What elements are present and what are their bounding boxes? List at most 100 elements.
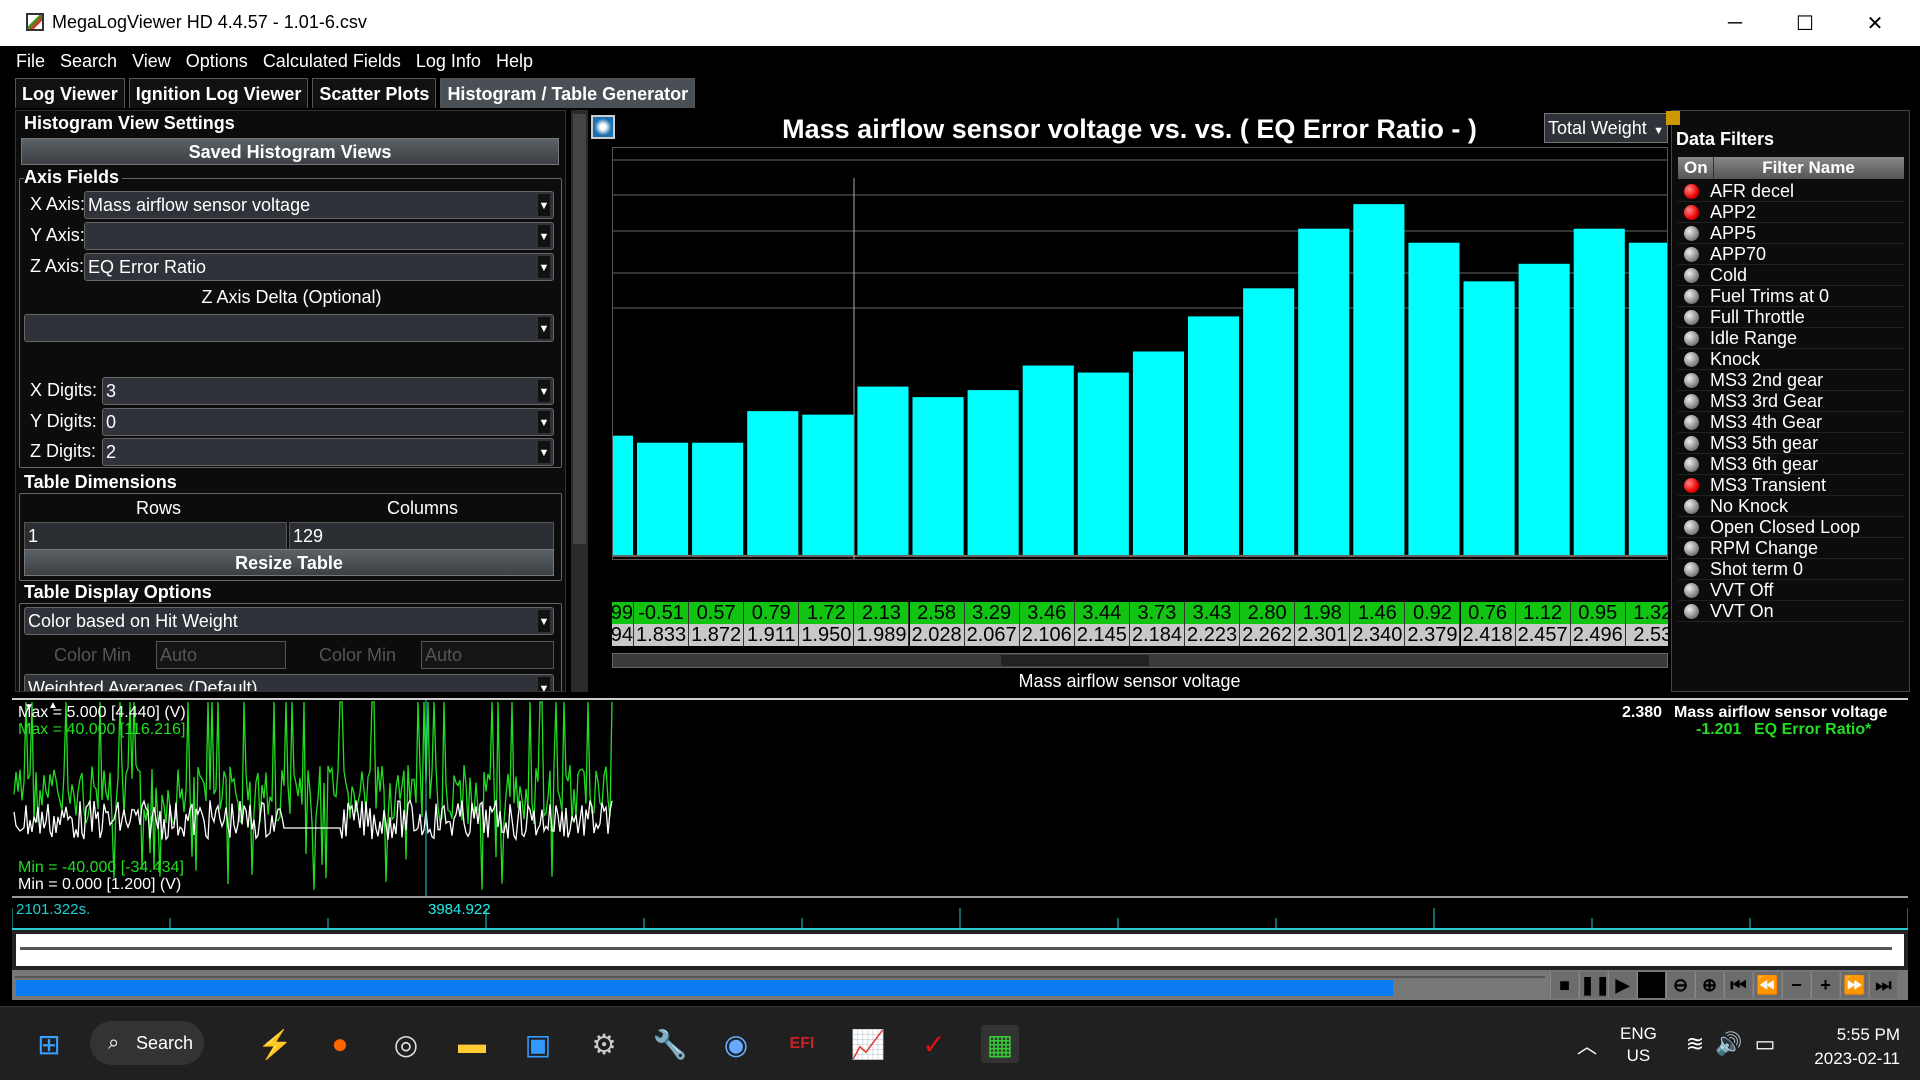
slider-track[interactable] xyxy=(20,947,1892,950)
stop-button[interactable]: ■ xyxy=(1550,972,1578,998)
z-value-cell[interactable]: 2.58 xyxy=(909,602,965,624)
z-digits-select[interactable]: 2 ▼ xyxy=(102,438,554,466)
language-indicator[interactable]: ENG US xyxy=(1620,1023,1657,1067)
maximize-button[interactable]: ☐ xyxy=(1770,0,1840,46)
zoom-in-icon[interactable]: ⊕ xyxy=(1695,972,1723,998)
x-bin-cell[interactable]: 1.989 xyxy=(854,624,910,646)
filter-item[interactable]: No Knock xyxy=(1678,496,1904,517)
x-bin-cell[interactable]: 1.833 xyxy=(634,624,690,646)
gauge-app-icon[interactable]: ◎ xyxy=(387,1025,425,1063)
filter-item[interactable]: MS3 5th gear xyxy=(1678,433,1904,454)
filter-toggle-icon[interactable] xyxy=(1684,415,1699,430)
filter-item[interactable]: MS3 Transient xyxy=(1678,475,1904,496)
menu-view[interactable]: View xyxy=(132,51,171,72)
filter-toggle-icon[interactable] xyxy=(1684,226,1699,241)
filter-toggle-icon[interactable] xyxy=(1684,247,1699,262)
x-bin-cell[interactable]: 2.184 xyxy=(1129,624,1185,646)
time-axis[interactable]: 2101.322s. 3984.922 xyxy=(12,896,1908,930)
z-value-cell[interactable]: 3.44 xyxy=(1074,602,1130,624)
filter-toggle-icon[interactable] xyxy=(1684,310,1699,325)
x-bin-cell[interactable]: 2.53 xyxy=(1625,624,1668,646)
filter-toggle-icon[interactable] xyxy=(1684,331,1699,346)
filter-toggle-icon[interactable] xyxy=(1684,373,1699,388)
z-value-cell[interactable]: 0.79 xyxy=(744,602,800,624)
file-explorer-icon[interactable]: ▬ xyxy=(453,1025,491,1063)
skip-start-icon[interactable]: ⏮ xyxy=(1724,972,1752,998)
z-value-cell[interactable]: -0.51 xyxy=(634,602,690,624)
z-value-cell[interactable]: 3.43 xyxy=(1185,602,1241,624)
tab-scatter-plots[interactable]: Scatter Plots xyxy=(312,78,437,108)
fast-forward-icon[interactable]: ⏩ xyxy=(1840,972,1868,998)
x-bin-cell[interactable]: 2.340 xyxy=(1350,624,1406,646)
tab-histogram[interactable]: Histogram / Table Generator xyxy=(440,78,696,108)
z-value-cell[interactable]: 99 xyxy=(612,602,634,624)
skip-end-icon[interactable]: ⏭ xyxy=(1869,972,1897,998)
filter-item[interactable]: Fuel Trims at 0 xyxy=(1678,286,1904,307)
y-digits-select[interactable]: 0 ▼ xyxy=(102,408,554,436)
filter-toggle-icon[interactable] xyxy=(1684,352,1699,367)
menu-help[interactable]: Help xyxy=(496,51,533,72)
horizontal-scrollbar[interactable] xyxy=(612,653,1668,668)
filter-toggle-icon[interactable] xyxy=(1684,184,1699,199)
filter-item[interactable]: VVT Off xyxy=(1678,580,1904,601)
filter-toggle-icon[interactable] xyxy=(1684,541,1699,556)
filter-item[interactable]: APP5 xyxy=(1678,223,1904,244)
averaging-select[interactable]: Weighted Averages (Default) ▼ xyxy=(24,674,554,691)
efi-app-icon[interactable]: EFI xyxy=(783,1025,821,1063)
car-app-icon[interactable]: ◉ xyxy=(717,1025,755,1063)
filter-item[interactable]: APP70 xyxy=(1678,244,1904,265)
minimize-button[interactable]: ─ xyxy=(1700,0,1770,46)
z-value-cell[interactable]: 1.72 xyxy=(799,602,855,624)
filter-toggle-icon[interactable] xyxy=(1684,394,1699,409)
menu-file[interactable]: File xyxy=(16,51,45,72)
filter-item[interactable]: Full Throttle xyxy=(1678,307,1904,328)
x-bin-cell[interactable]: 1.950 xyxy=(799,624,855,646)
filter-toggle-icon[interactable] xyxy=(1684,499,1699,514)
minus-icon[interactable]: − xyxy=(1782,972,1810,998)
v-app-icon[interactable]: ✓ xyxy=(915,1025,953,1063)
z-value-cell[interactable]: 0.76 xyxy=(1460,602,1516,624)
filter-toggle-icon[interactable] xyxy=(1684,583,1699,598)
filter-toggle-icon[interactable] xyxy=(1684,268,1699,283)
x-bin-cell[interactable]: 2.262 xyxy=(1240,624,1296,646)
filter-item[interactable]: Shot term 0 xyxy=(1678,559,1904,580)
chart-app-icon[interactable]: 📈 xyxy=(849,1025,887,1063)
zoom-out-icon[interactable]: ⊖ xyxy=(1666,972,1694,998)
play-button[interactable]: ▶ xyxy=(1608,972,1636,998)
rows-input[interactable]: 1 xyxy=(24,522,287,550)
filter-toggle-icon[interactable] xyxy=(1684,604,1699,619)
filter-toggle-icon[interactable] xyxy=(1684,520,1699,535)
chevron-up-icon[interactable]: ︿ xyxy=(1568,1025,1606,1063)
z-value-cell[interactable]: 3.46 xyxy=(1019,602,1075,624)
edit-icon[interactable] xyxy=(1666,111,1680,125)
z-value-cell[interactable]: 1.98 xyxy=(1295,602,1351,624)
color-max-input[interactable]: Auto xyxy=(421,641,554,669)
z-value-cell[interactable]: 2.13 xyxy=(854,602,910,624)
x-bin-cell[interactable]: 2.418 xyxy=(1460,624,1516,646)
menu-calculated-fields[interactable]: Calculated Fields xyxy=(263,51,401,72)
x-bin-cell[interactable]: 2.106 xyxy=(1019,624,1075,646)
x-bin-cell[interactable]: 94 xyxy=(612,624,634,646)
filter-toggle-icon[interactable] xyxy=(1684,562,1699,577)
menu-search[interactable]: Search xyxy=(60,51,117,72)
x-bin-cell[interactable]: 1.911 xyxy=(744,624,800,646)
z-value-cell[interactable]: 2.80 xyxy=(1240,602,1296,624)
x-digits-select[interactable]: 3 ▼ xyxy=(102,377,554,405)
x-bin-cell[interactable]: 2.067 xyxy=(964,624,1020,646)
filter-item[interactable]: MS3 3rd Gear xyxy=(1678,391,1904,412)
firefox-icon[interactable]: ● xyxy=(321,1025,359,1063)
menu-options[interactable]: Options xyxy=(186,51,248,72)
x-axis-select[interactable]: Mass airflow sensor voltage ▼ xyxy=(84,191,554,219)
filter-toggle-icon[interactable] xyxy=(1684,457,1699,472)
x-bin-cell[interactable]: 2.301 xyxy=(1295,624,1351,646)
filter-item[interactable]: RPM Change xyxy=(1678,538,1904,559)
settings-app-icon[interactable]: ⚙ xyxy=(585,1025,623,1063)
scrollbar-thumb[interactable] xyxy=(573,114,586,544)
x-bin-cell[interactable]: 2.223 xyxy=(1185,624,1241,646)
z-value-cell[interactable]: 1.46 xyxy=(1350,602,1406,624)
color-mode-select[interactable]: Color based on Hit Weight ▼ xyxy=(24,607,554,635)
filter-toggle-icon[interactable] xyxy=(1684,436,1699,451)
z-value-cell[interactable]: 3.73 xyxy=(1129,602,1185,624)
saved-views-button[interactable]: Saved Histogram Views xyxy=(21,138,559,165)
columns-input[interactable]: 129 xyxy=(289,522,554,550)
